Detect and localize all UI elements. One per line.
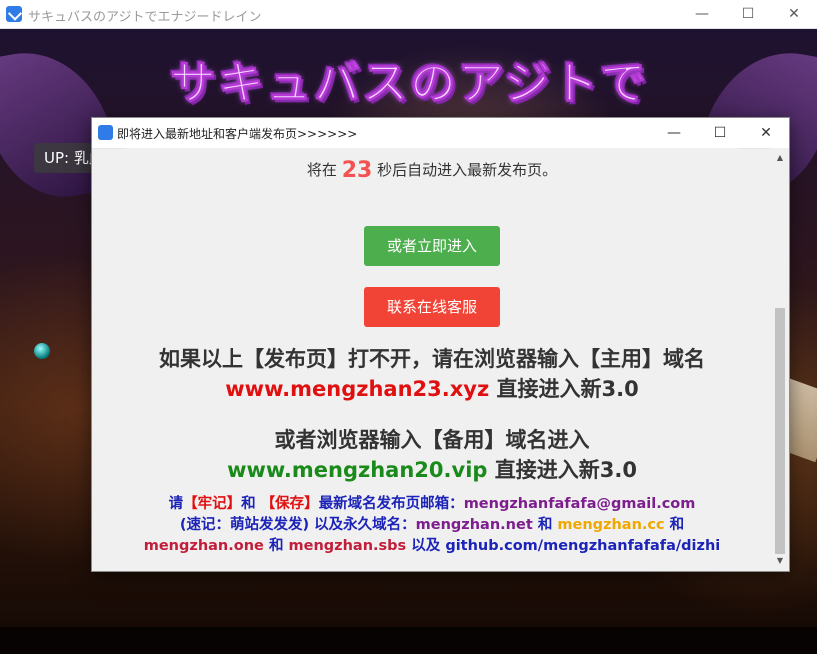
domain-link-cc[interactable]: mengzhan.cc bbox=[557, 517, 664, 533]
scroll-thumb[interactable] bbox=[775, 308, 785, 554]
domain-link-one[interactable]: mengzhan.one bbox=[144, 538, 264, 554]
dialog-scrollbar[interactable]: ▲ ▼ bbox=[771, 148, 789, 571]
outer-minimize-button[interactable]: — bbox=[679, 0, 725, 28]
info-save: 【保存】 bbox=[260, 496, 319, 512]
info-text: 和 bbox=[268, 538, 284, 554]
app-icon bbox=[6, 6, 22, 22]
github-link[interactable]: github.com/mengzhanfafafa/dizhi bbox=[445, 538, 720, 554]
primary-domain-message: 如果以上【发布页】打不开，请在浏览器输入【主用】域名 www.mengzhan2… bbox=[136, 344, 728, 404]
primary-domain-link[interactable]: www.mengzhan23.xyz bbox=[225, 377, 489, 401]
dialog-titlebar: 即将进入最新地址和客户端发布页>>>>>> — ☐ ✕ bbox=[92, 118, 789, 149]
info-text: (速记：萌站发发发) 以及永久域名： bbox=[179, 517, 416, 533]
outer-window-title: サキュバスのアジトでエナジードレイン bbox=[28, 10, 262, 25]
backup-domain-message: 或者浏览器输入【备用】域名进入 www.mengzhan20.vip 直接进入新… bbox=[136, 425, 728, 485]
game-logo-text: サキュバスのアジトで bbox=[169, 56, 649, 111]
domain-info-block: 请【牢记】和 【保存】最新域名发布页邮箱：mengzhanfafafa@gmai… bbox=[126, 494, 738, 557]
outer-window-titlebar: サキュバスのアジトでエナジードレイン — ☐ ✕ bbox=[0, 0, 817, 29]
backup-domain-text-2: 直接进入新3.0 bbox=[494, 458, 637, 482]
domain-link-net[interactable]: mengzhan.net bbox=[416, 517, 533, 533]
dialog-title: 即将进入最新地址和客户端发布页>>>>>> bbox=[117, 127, 358, 141]
crystal-orb-decoration bbox=[34, 343, 50, 359]
scroll-up-arrow-icon[interactable]: ▲ bbox=[771, 151, 789, 165]
primary-domain-text-1: 如果以上【发布页】打不开，请在浏览器输入【主用】域名 bbox=[159, 347, 705, 371]
redirect-dialog: 即将进入最新地址和客户端发布页>>>>>> — ☐ ✕ 将在 23 秒后自动进入… bbox=[91, 117, 790, 572]
dialog-minimize-button[interactable]: — bbox=[651, 118, 697, 148]
info-text: 和 bbox=[241, 496, 256, 512]
countdown-value: 23 bbox=[341, 158, 373, 183]
email-address[interactable]: mengzhanfafafa@gmail.com bbox=[464, 496, 696, 512]
outer-maximize-button[interactable]: ☐ bbox=[725, 0, 771, 28]
dialog-close-button[interactable]: ✕ bbox=[743, 118, 789, 148]
info-text: 请 bbox=[168, 496, 184, 512]
info-text: 和 bbox=[669, 517, 685, 533]
dialog-content: 将在 23 秒后自动进入最新发布页。 或者立即进入 联系在线客服 如果以上【发布… bbox=[126, 148, 738, 571]
info-remember: 【牢记】 bbox=[183, 496, 242, 512]
dialog-maximize-button[interactable]: ☐ bbox=[697, 118, 743, 148]
info-text: 以及 bbox=[411, 538, 441, 554]
countdown-message: 将在 23 秒后自动进入最新发布页。 bbox=[126, 158, 738, 183]
dialog-app-icon bbox=[98, 125, 113, 140]
game-bottom-strip bbox=[0, 627, 817, 654]
info-text: 和 bbox=[537, 517, 553, 533]
contact-support-button[interactable]: 联系在线客服 bbox=[364, 287, 500, 327]
info-text: 最新域名发布页邮箱： bbox=[318, 496, 464, 512]
outer-close-button[interactable]: ✕ bbox=[771, 0, 817, 28]
backup-domain-text-1: 或者浏览器输入【备用】域名进入 bbox=[274, 428, 590, 452]
enter-now-button[interactable]: 或者立即进入 bbox=[364, 226, 500, 266]
countdown-prefix: 将在 bbox=[306, 161, 337, 179]
scroll-down-arrow-icon[interactable]: ▼ bbox=[771, 554, 789, 568]
primary-domain-text-2: 直接进入新3.0 bbox=[496, 377, 639, 401]
game-logo: サキュバスのアジトで bbox=[169, 47, 649, 113]
domain-link-sbs[interactable]: mengzhan.sbs bbox=[289, 538, 407, 554]
backup-domain-link[interactable]: www.mengzhan20.vip bbox=[227, 458, 487, 482]
countdown-suffix: 秒后自动进入最新发布页。 bbox=[377, 161, 558, 179]
